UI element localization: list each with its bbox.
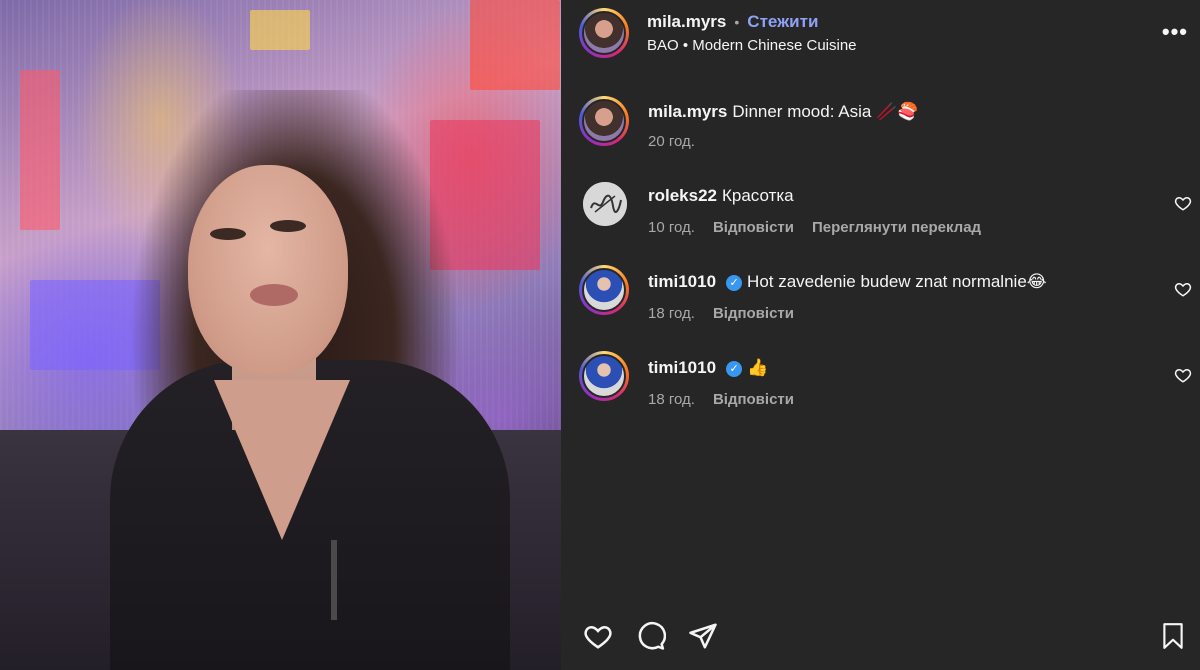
comment-icon[interactable] [636, 621, 666, 651]
signature-icon [583, 182, 627, 226]
post-header: mila.myrs • Стежити BAO • Modern Chinese C… [561, 0, 1200, 70]
reply-button[interactable]: Відповісти [713, 391, 794, 408]
zipper [331, 540, 337, 620]
author-username[interactable]: mila.myrs [647, 12, 726, 31]
right-eye [270, 220, 306, 232]
neckline [214, 380, 350, 540]
comment-time[interactable]: 18 год. [648, 391, 695, 408]
comment-like-heart-icon[interactable] [1174, 280, 1192, 298]
heart-icon[interactable] [583, 621, 613, 651]
comment-avatar[interactable] [583, 182, 627, 226]
lips [250, 284, 298, 306]
follow-button[interactable]: Стежити [747, 12, 818, 31]
background-sign [20, 70, 60, 230]
comment-username[interactable]: timi1010 [648, 358, 716, 377]
comment-time[interactable]: 18 год. [648, 305, 695, 322]
face [188, 165, 348, 375]
bookmark-icon[interactable] [1160, 622, 1186, 650]
caption-text: Dinner mood: Asia 🥢🍣 [732, 102, 919, 121]
comment-username[interactable]: roleks22 [648, 186, 717, 205]
comment-meta: 18 год. Відповісти [648, 391, 794, 408]
background-sign [470, 0, 560, 90]
author-avatar[interactable] [579, 8, 629, 58]
comment-meta: 18 год. Відповісти [648, 305, 794, 322]
separator-dot: • [734, 14, 740, 30]
comment-time[interactable]: 10 год. [648, 219, 695, 236]
caption-meta: 20 год. [648, 133, 695, 150]
comment-like-heart-icon[interactable] [1174, 194, 1192, 212]
background-sign [250, 10, 310, 50]
comment-avatar[interactable] [579, 265, 629, 315]
post-location[interactable]: BAO • Modern Chinese Cuisine [647, 37, 857, 54]
comment-like-heart-icon[interactable] [1174, 366, 1192, 384]
see-translation-button[interactable]: Переглянути переклад [812, 219, 981, 236]
comment-text: 👍 [747, 358, 769, 377]
comment-row: timi1010 ✓ 👍 [648, 358, 768, 378]
caption-author-avatar[interactable] [579, 96, 629, 146]
comment-text: Красотка [722, 186, 794, 205]
left-eye [210, 228, 246, 240]
post-photo[interactable] [0, 0, 561, 670]
more-options-icon[interactable]: ••• [1162, 19, 1188, 45]
reply-button[interactable]: Відповісти [713, 305, 794, 322]
comment-row: roleks22 Красотка [648, 186, 794, 206]
caption: mila.myrs Dinner mood: Asia 🥢🍣 [648, 102, 918, 122]
caption-username[interactable]: mila.myrs [648, 102, 727, 121]
verified-badge-icon: ✓ [726, 361, 743, 377]
comment-avatar[interactable] [579, 351, 629, 401]
verified-badge-icon: ✓ [726, 275, 743, 291]
comment-row: timi1010 ✓ Hot zavedenie budew znat normal… [648, 272, 1047, 292]
comment-text: Hot zavedenie budew znat normalnie😂 [747, 272, 1047, 291]
comment-meta: 10 год. Відповісти Переглянути переклад [648, 219, 981, 236]
reply-button[interactable]: Відповісти [713, 219, 794, 236]
post-panel: mila.myrs • Стежити BAO • Modern Chinese C… [561, 0, 1200, 670]
comment-username[interactable]: timi1010 [648, 272, 716, 291]
caption-time[interactable]: 20 год. [648, 133, 695, 150]
send-icon[interactable] [688, 621, 718, 651]
